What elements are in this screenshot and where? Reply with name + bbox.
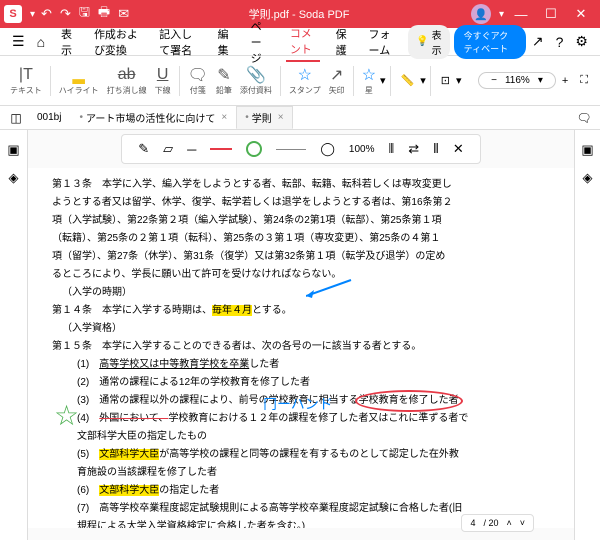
anno-sep1: ⦀ <box>388 141 394 157</box>
zoom-value: 116% <box>505 75 530 86</box>
tool-pencil[interactable]: ✎鉛筆 <box>216 65 232 96</box>
blue-arrow-annotation[interactable] <box>306 278 356 298</box>
document-page: 第１３条 本学に入学、編入学をしようとする者、転部、転籍、転科若しくは専攻変更し… <box>28 168 574 528</box>
menu-create[interactable]: 作成および変換 <box>90 23 143 61</box>
minimize-button[interactable]: — <box>506 7 536 22</box>
help-icon[interactable]: ? <box>556 34 564 50</box>
page-down-icon[interactable]: ˅ <box>520 518 525 528</box>
undo-icon[interactable]: ↶ <box>41 6 52 22</box>
anno-sep2: ⦀ <box>433 141 439 157</box>
menu-page[interactable]: ページ <box>247 15 274 69</box>
tool-attach[interactable]: 📎添付資料 <box>240 65 272 96</box>
activate-button[interactable]: 今すぐアクティベート <box>454 25 526 59</box>
annotation-toolbar: ✎ ▱ ─ ◯ 100% ⦀ ⇄ ⦀ ✕ <box>121 134 481 164</box>
circle-tool[interactable] <box>246 141 262 157</box>
save-icon[interactable]: 🖫 <box>79 3 90 25</box>
opacity-value: 100% <box>349 144 375 155</box>
tool-underline[interactable]: U下線 <box>155 65 171 96</box>
red-oval-annotation[interactable]: 学校教育を修了した者 <box>359 392 459 410</box>
zoom-dropdown[interactable]: ▾ <box>538 75 543 86</box>
menu-form[interactable]: フォーム <box>365 23 399 61</box>
menu-comment[interactable]: コメント <box>286 22 320 62</box>
tab-2[interactable]: •学則× <box>236 106 292 129</box>
anno-align[interactable]: ⇄ <box>408 141 419 157</box>
tool-text[interactable]: |Tテキスト <box>10 65 42 96</box>
avatar-dropdown[interactable]: ▾ <box>499 9 504 20</box>
measure-dropdown[interactable]: ▾ <box>456 74 462 87</box>
page-indicator[interactable]: 4/ 20 ˄ ˅ <box>461 514 534 532</box>
ruler-icon[interactable]: 📏 <box>401 74 415 87</box>
opacity-circle[interactable]: ◯ <box>320 141 335 157</box>
share-icon[interactable]: ↗ <box>532 33 544 50</box>
menu-protect[interactable]: 保護 <box>332 23 353 61</box>
titlebar-dropdown[interactable]: ▾ <box>30 9 35 20</box>
line-tool[interactable]: ─ <box>187 142 196 157</box>
right-panel-icon-1[interactable]: ▣ <box>581 142 593 158</box>
thin-line[interactable] <box>276 149 306 150</box>
tool-note[interactable]: 🗨付箋 <box>188 65 208 96</box>
home-icon[interactable]: ⌂ <box>37 34 45 50</box>
fullscreen-icon[interactable]: ⛶ <box>580 74 588 87</box>
right-panel-icon-2[interactable]: ◈ <box>583 170 593 186</box>
freehand-icon[interactable]: ✎ <box>138 141 149 157</box>
red-line-tool[interactable] <box>210 148 232 150</box>
tool-star[interactable]: ☆星 <box>362 65 376 96</box>
hamburger-icon[interactable]: ☰ <box>12 33 25 50</box>
close-button[interactable]: ✕ <box>566 6 596 22</box>
tool-highlight[interactable]: ▂ハイライト <box>59 65 99 96</box>
app-logo: S <box>4 5 22 23</box>
tool-strike[interactable]: ab打ち消し線 <box>107 65 147 96</box>
comments-panel-icon[interactable]: 🗨 <box>572 111 596 125</box>
mail-icon[interactable]: ✉ <box>118 6 129 22</box>
menu-sign[interactable]: 記入して署名 <box>155 23 202 61</box>
layers-icon[interactable]: ◈ <box>9 170 19 186</box>
zoom-out[interactable]: − <box>491 75 497 86</box>
measure-icon[interactable]: ⊡ <box>441 74 450 87</box>
window-title: 学則.pdf - Soda PDF <box>133 6 465 22</box>
settings-icon[interactable]: ⚙ <box>575 33 588 50</box>
freehand-annotation[interactable]: 冂ーハンド <box>263 393 333 418</box>
tool-arrow[interactable]: ↗矢印 <box>329 65 345 96</box>
redo-icon[interactable]: ↷ <box>60 6 71 22</box>
user-avatar[interactable]: 👤 <box>471 4 491 24</box>
tool-stamp[interactable]: ☆スタンプ <box>289 65 321 96</box>
eraser-icon[interactable]: ▱ <box>163 141 173 157</box>
green-star-annotation[interactable]: ☆ <box>54 391 79 441</box>
maximize-button[interactable]: ☐ <box>536 6 566 22</box>
page-up-icon[interactable]: ˄ <box>506 518 511 528</box>
menu-edit[interactable]: 編集 <box>214 23 235 61</box>
panel-toggle[interactable]: ◫ <box>4 111 28 125</box>
menu-view[interactable]: 表示 <box>57 23 78 61</box>
thumbnails-icon[interactable]: ▣ <box>7 142 19 158</box>
tab-1[interactable]: •アート市場の活性化に向けて× <box>70 106 236 129</box>
tool-dropdown[interactable]: ▾ <box>380 74 386 87</box>
anno-close[interactable]: ✕ <box>453 141 464 157</box>
tab-0[interactable]: 001bj <box>28 108 70 127</box>
zoom-in[interactable]: + <box>562 75 568 87</box>
view-label[interactable]: 💡表示 <box>408 25 449 59</box>
ruler-dropdown[interactable]: ▾ <box>420 74 426 87</box>
